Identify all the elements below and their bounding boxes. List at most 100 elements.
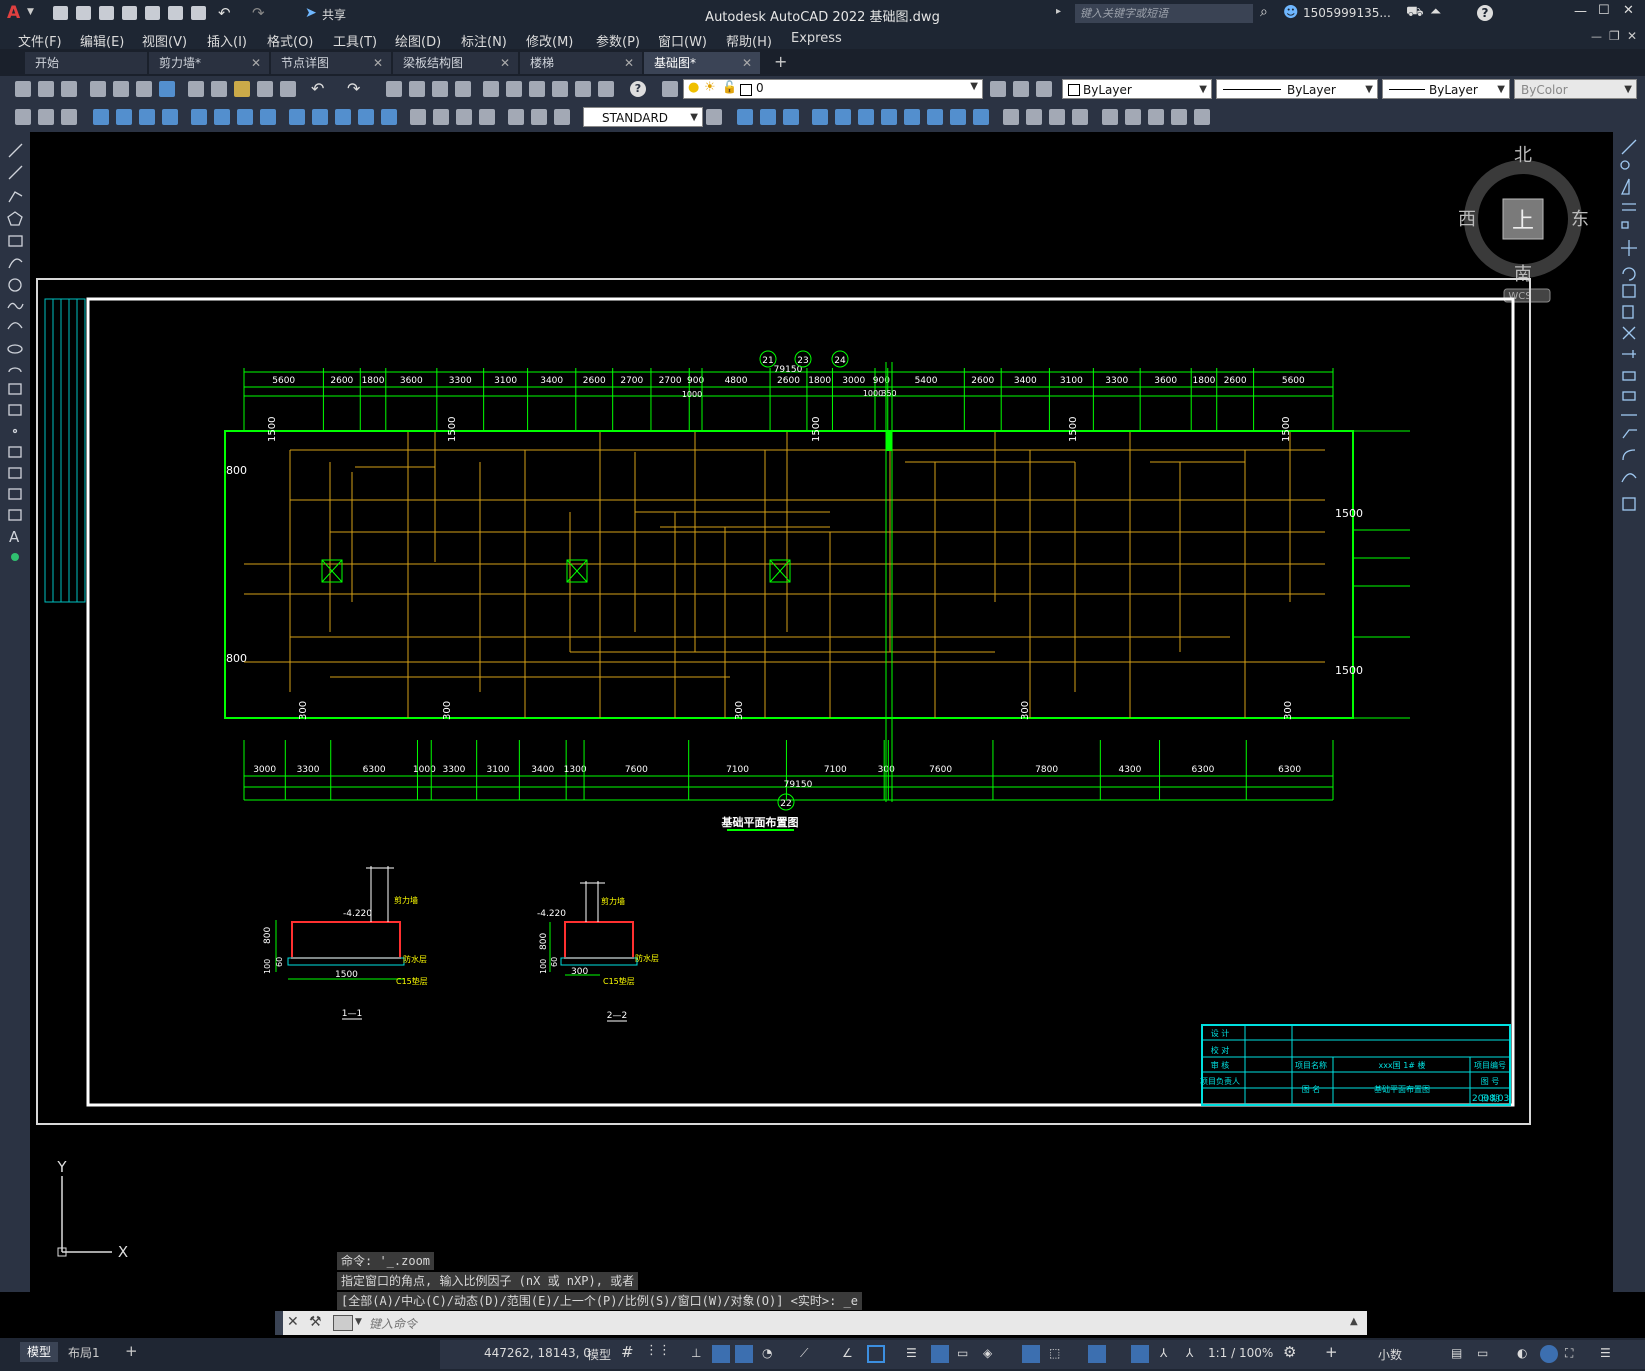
publish-icon[interactable] [136, 81, 152, 97]
dimstyle-dropdown[interactable]: STANDARD ▼ [583, 107, 703, 127]
menu-file[interactable]: 文件(F) [18, 31, 62, 50]
menu-tools[interactable]: 工具(T) [333, 31, 377, 50]
dynamic-ucs-icon[interactable] [1022, 1345, 1040, 1363]
layer-dropdown[interactable]: ● ☀ 🔓 0 ▼ [683, 79, 983, 99]
maximize-button[interactable]: ☐ [1598, 3, 1610, 18]
lineweight-dropdown[interactable]: ByLayer ▼ [1382, 79, 1510, 99]
chevron-up-icon[interactable]: ▲ [1350, 1316, 1358, 1327]
color-dropdown[interactable]: ByLayer ▼ [1062, 79, 1212, 99]
calculator-icon[interactable] [598, 81, 614, 97]
grid-icon[interactable]: # [621, 1343, 634, 1361]
plot-icon[interactable] [90, 81, 106, 97]
hardware-accel-icon[interactable] [1540, 1345, 1558, 1363]
help-icon[interactable]: ? [630, 81, 646, 97]
dim-edit-icon[interactable] [508, 109, 524, 125]
match-prop-icon[interactable] [257, 81, 273, 97]
dim-space-icon[interactable] [358, 109, 374, 125]
chamfer-icon[interactable] [1049, 109, 1065, 125]
model-space-button[interactable]: 模型 [587, 1346, 611, 1363]
arc-length-icon[interactable] [139, 109, 155, 125]
linear-dim-icon[interactable] [93, 109, 109, 125]
autodesk-a360-icon[interactable]: ⏶ [1430, 4, 1441, 20]
search-chevron-icon[interactable]: ▸ [1056, 6, 1061, 17]
jogged-dim-icon[interactable] [214, 109, 230, 125]
menu-draw[interactable]: 绘图(D) [395, 31, 441, 50]
tool-1-icon[interactable] [15, 109, 31, 125]
erase-icon[interactable] [737, 109, 753, 125]
design-center-icon[interactable] [506, 81, 522, 97]
search-icon[interactable]: ⌕ [1260, 4, 1268, 20]
trim-icon[interactable] [950, 109, 966, 125]
tab-foundation[interactable]: 基础图* ✕ [644, 52, 760, 74]
search-input[interactable]: 键入关键字或短语 [1075, 4, 1253, 23]
diameter-dim-icon[interactable] [237, 109, 253, 125]
open-icon[interactable] [38, 81, 54, 97]
grip-handle[interactable] [275, 1311, 283, 1335]
command-input[interactable] [367, 1313, 1346, 1334]
tab-shear-wall[interactable]: 剪力墙* ✕ [149, 52, 269, 74]
snap-icon[interactable]: ⋮⋮ [645, 1343, 671, 1358]
pan-icon[interactable] [386, 81, 402, 97]
close-tab-icon[interactable]: ✕ [742, 52, 752, 74]
tab-model[interactable]: 模型 [20, 1342, 58, 1362]
offset-icon[interactable] [812, 109, 828, 125]
zoom-window-icon[interactable] [432, 81, 448, 97]
doc-close-button[interactable]: ✕ [1627, 29, 1637, 43]
join-icon[interactable] [1026, 109, 1042, 125]
rotate-icon[interactable] [881, 109, 897, 125]
3d-dwf-icon[interactable] [159, 81, 175, 97]
edit-poly-icon[interactable] [1171, 109, 1187, 125]
quick-properties-icon[interactable]: ▤ [1451, 1346, 1462, 1360]
annotation-scale-icon[interactable]: ⅄ [1186, 1346, 1193, 1360]
dim-update-icon[interactable] [554, 109, 570, 125]
center-mark-icon[interactable] [433, 109, 449, 125]
tool-3-icon[interactable] [61, 109, 77, 125]
customization-icon[interactable]: ☰ [1600, 1346, 1611, 1360]
aligned-dim-icon[interactable] [116, 109, 132, 125]
linetype-dropdown[interactable]: ByLayer ▼ [1216, 79, 1378, 99]
chevron-down-icon[interactable]: ▼ [355, 1317, 362, 1327]
close-tab-icon[interactable]: ✕ [624, 52, 634, 74]
menu-dimension[interactable]: 标注(N) [461, 31, 507, 50]
close-command-icon[interactable]: ✕ [287, 1314, 299, 1330]
ortho-icon[interactable] [735, 1345, 753, 1363]
cart-icon[interactable]: ⛟ [1406, 4, 1424, 22]
doc-minimize-button[interactable]: — [1591, 30, 1602, 43]
paste-icon[interactable] [234, 81, 250, 97]
menu-parametric[interactable]: 参数(P) [596, 31, 640, 50]
zoom-previous-icon[interactable] [455, 81, 471, 97]
command-prompt-icon[interactable] [333, 1315, 353, 1331]
osnap-icon[interactable] [867, 1345, 885, 1363]
auto-scale-icon[interactable]: ⅄ [1160, 1346, 1167, 1360]
isolate-objects-icon[interactable]: ◐ [1517, 1346, 1527, 1360]
selection-filter-icon[interactable]: ⬚ [1049, 1346, 1060, 1360]
units-value[interactable]: 小数 [1378, 1346, 1402, 1363]
fillet-icon[interactable] [1072, 109, 1088, 125]
inspection-icon[interactable] [456, 109, 472, 125]
close-tab-icon[interactable]: ✕ [373, 52, 383, 74]
transparency-icon[interactable] [931, 1345, 949, 1363]
infer-icon[interactable]: ⊥ [691, 1346, 701, 1360]
osnap-track-icon[interactable]: ∠ [842, 1346, 853, 1360]
layer-state-icon[interactable] [1036, 81, 1052, 97]
copy-icon[interactable] [211, 81, 227, 97]
save-icon[interactable] [61, 81, 77, 97]
dim-break-icon[interactable] [381, 109, 397, 125]
plot-preview-icon[interactable] [113, 81, 129, 97]
dim-text-edit-icon[interactable] [531, 109, 547, 125]
tolerance-icon[interactable] [410, 109, 426, 125]
break-icon[interactable] [1003, 109, 1019, 125]
tab-node-detail[interactable]: 节点详图 ✕ [271, 52, 391, 74]
help-icon[interactable]: ? [1477, 5, 1493, 21]
dynamic-input-icon[interactable] [712, 1345, 730, 1363]
sheet-set-icon[interactable] [552, 81, 568, 97]
new-icon[interactable] [15, 81, 31, 97]
radius-dim-icon[interactable] [191, 109, 207, 125]
array-icon[interactable] [835, 109, 851, 125]
tab-beam-slab[interactable]: 梁板结构图 ✕ [393, 52, 518, 74]
close-tab-icon[interactable]: ✕ [251, 52, 261, 74]
close-tab-icon[interactable]: ✕ [500, 52, 510, 74]
user-account[interactable]: 1505999135... [1303, 6, 1391, 20]
annotation-visibility-icon[interactable] [1131, 1345, 1149, 1363]
coordinates-readout[interactable]: 447262, 18143, 0 [484, 1346, 591, 1360]
